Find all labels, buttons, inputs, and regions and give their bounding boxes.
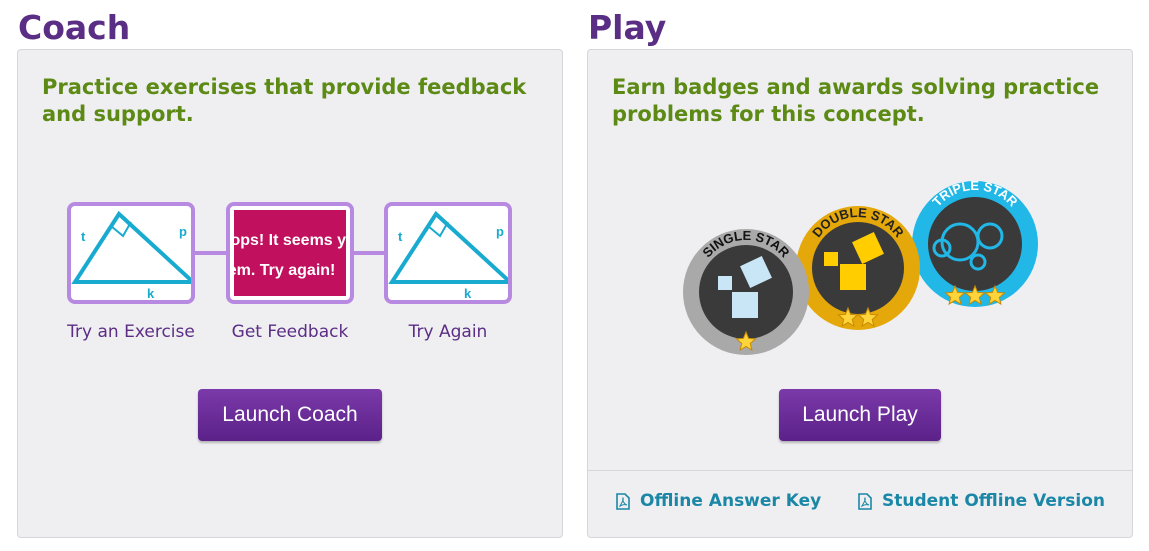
- badge-star-icon: [964, 284, 986, 306]
- play-footer: Offline Answer Key Student Offline Versi…: [588, 470, 1132, 537]
- pdf-icon: [616, 492, 630, 510]
- badge-star-icon: [735, 330, 757, 352]
- step-try-exercise-card: t p k: [67, 202, 195, 304]
- side-label-p: p: [496, 224, 504, 239]
- launch-coach-button[interactable]: Launch Coach: [198, 389, 382, 441]
- feedback-line-2: hem. Try again!: [234, 262, 336, 279]
- feedback-message-icon: Oops! It seems yo hem. Try again!: [234, 210, 346, 296]
- coach-title: Coach: [18, 8, 131, 47]
- side-label-p: p: [179, 224, 187, 239]
- launch-play-button[interactable]: Launch Play: [779, 389, 941, 441]
- side-label-t: t: [81, 229, 86, 244]
- side-label-k: k: [464, 286, 472, 300]
- coach-description: Practice exercises that provide feedback…: [42, 75, 527, 126]
- badge-star-icon: [857, 306, 879, 328]
- student-offline-version-link[interactable]: Student Offline Version: [858, 491, 1105, 511]
- side-label-k: k: [147, 286, 155, 300]
- badge-stars-layer: [735, 284, 1006, 352]
- step-connector: [194, 251, 228, 255]
- student-offline-version-label: Student Offline Version: [882, 491, 1105, 511]
- step-label-try-again: Try Again: [408, 322, 488, 342]
- step-try-again-card: t p k: [384, 202, 512, 304]
- pdf-icon: [858, 492, 872, 510]
- badge-star-icon: [944, 284, 966, 306]
- step-connector: [352, 251, 386, 255]
- step-label-get-feedback: Get Feedback: [231, 322, 349, 342]
- badge-star-icon: [837, 306, 859, 328]
- badge-star-icon: [984, 284, 1006, 306]
- side-label-t: t: [398, 229, 403, 244]
- play-title: Play: [588, 8, 667, 47]
- triangle-diagram-icon: t p k: [388, 210, 508, 300]
- offline-answer-key-link[interactable]: Offline Answer Key: [616, 491, 821, 511]
- feedback-line-1: Oops! It seems yo: [234, 232, 346, 249]
- step-label-try-exercise: Try an Exercise: [67, 322, 195, 342]
- play-description: Earn badges and awards solving practice …: [612, 75, 1100, 126]
- triangle-diagram-icon: t p k: [71, 210, 191, 300]
- step-feedback-card: Oops! It seems yo hem. Try again!: [226, 202, 354, 304]
- offline-answer-key-label: Offline Answer Key: [640, 491, 822, 511]
